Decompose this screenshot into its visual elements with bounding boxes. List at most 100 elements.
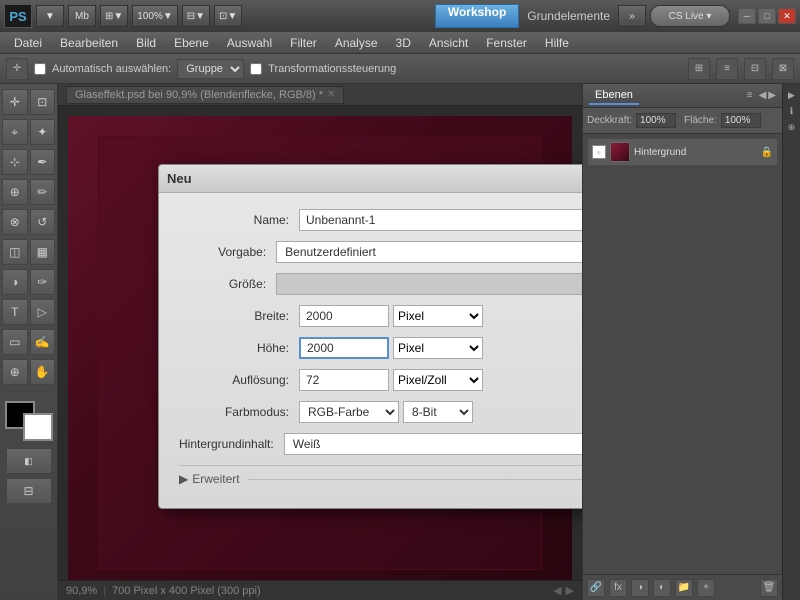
- auto-select-checkbox[interactable]: [34, 63, 46, 75]
- close-button[interactable]: ✕: [778, 8, 796, 24]
- colordepth-select[interactable]: 8-Bit 16-Bit 32-Bit: [403, 401, 473, 423]
- panel-prev[interactable]: ◀: [759, 90, 767, 101]
- grundelemente-label: Grundelemente: [527, 9, 610, 23]
- lasso-tool[interactable]: ⌖: [2, 119, 28, 145]
- cslive-btn[interactable]: CS Live ▾: [650, 5, 730, 27]
- move-tool-icon[interactable]: ✛: [6, 58, 28, 80]
- layer-item[interactable]: ● Hintergrund 🔒: [587, 138, 778, 166]
- align-left-icon[interactable]: ⊞: [688, 58, 710, 80]
- height-unit-select[interactable]: Pixel Zoll cm: [393, 337, 483, 359]
- link-layers-btn[interactable]: 🔗: [587, 579, 605, 597]
- preset-select[interactable]: Benutzerdefiniert Standard: [276, 241, 582, 263]
- menu-datei[interactable]: Datei: [6, 33, 50, 53]
- delete-layer-btn[interactable]: 🗑: [760, 579, 778, 597]
- height-input[interactable]: [299, 337, 389, 359]
- titlebar: PS ▼ Mb ⊞▼ 100%▼ ⊟▼ ⊡▼ Workshop Grundele…: [0, 0, 800, 32]
- color-selector[interactable]: [5, 401, 53, 441]
- crop-tool[interactable]: ⊹: [2, 149, 28, 175]
- menu-auswahl[interactable]: Auswahl: [219, 33, 280, 53]
- eyedropper-tool[interactable]: ✒: [30, 149, 56, 175]
- menu-analyse[interactable]: Analyse: [327, 33, 386, 53]
- new-group-btn[interactable]: 📁: [675, 579, 693, 597]
- colormode-select[interactable]: RGB-Farbe CMYK-Farbe Graustufen: [299, 401, 399, 423]
- distribute-icon[interactable]: ⊠: [772, 58, 794, 80]
- adjustment-layer-btn[interactable]: ◐: [653, 579, 671, 597]
- dodge-tool[interactable]: ◑: [2, 269, 28, 295]
- background-color[interactable]: [23, 413, 53, 441]
- menu-hilfe[interactable]: Hilfe: [537, 33, 577, 53]
- maximize-button[interactable]: □: [758, 8, 776, 24]
- tb-button-3[interactable]: ⊞▼: [100, 5, 128, 27]
- panel-menu-arrow[interactable]: ≡: [747, 90, 753, 101]
- eraser-tool[interactable]: ◫: [2, 239, 28, 265]
- gradient-tool[interactable]: ▦: [30, 239, 56, 265]
- layer-visibility-icon[interactable]: ●: [592, 145, 606, 159]
- menu-3d[interactable]: 3D: [388, 33, 419, 53]
- dialog-wrapper: Neu ✕ Name: Vorgabe: Benutz: [158, 164, 582, 509]
- menu-ebene[interactable]: Ebene: [166, 33, 217, 53]
- align-right-icon[interactable]: ⊟: [744, 58, 766, 80]
- colormode-label: Farbmodus:: [179, 405, 299, 419]
- menu-filter[interactable]: Filter: [282, 33, 325, 53]
- clone-tool[interactable]: ⊗: [2, 209, 28, 235]
- new-layer-btn[interactable]: +: [697, 579, 715, 597]
- menu-bild[interactable]: Bild: [128, 33, 164, 53]
- move-tool[interactable]: ✛: [2, 89, 28, 115]
- workspace-button[interactable]: Workshop: [435, 4, 519, 28]
- size-select[interactable]: [276, 273, 582, 295]
- transform-label: Transformationssteuerung: [268, 63, 396, 75]
- resolution-input[interactable]: [299, 369, 389, 391]
- transform-checkbox[interactable]: [250, 63, 262, 75]
- menu-ansicht[interactable]: Ansicht: [421, 33, 476, 53]
- edge-nav-btn[interactable]: ⊕: [785, 120, 799, 134]
- magic-wand-tool[interactable]: ✦: [30, 119, 56, 145]
- advanced-label: Erweitert: [192, 472, 239, 486]
- width-unit-select[interactable]: Pixel Zoll cm: [393, 305, 483, 327]
- tb-button-5[interactable]: ⊟▼: [182, 5, 210, 27]
- marquee-tool[interactable]: ⊡: [30, 89, 56, 115]
- resolution-unit-select[interactable]: Pixel/Zoll Pixel/cm: [393, 369, 483, 391]
- notes-tool[interactable]: ✍: [30, 329, 56, 355]
- opacity-input[interactable]: [636, 113, 676, 128]
- shape-tool[interactable]: ▭: [2, 329, 28, 355]
- dialog-body: Name: Vorgabe: Benutzerdefiniert Standar…: [159, 193, 582, 508]
- healing-tool[interactable]: ⊕: [2, 179, 28, 205]
- layers-tab[interactable]: Ebenen: [589, 87, 639, 105]
- history-tool[interactable]: ↺: [30, 209, 56, 235]
- text-tool[interactable]: T: [2, 299, 28, 325]
- layer-style-btn[interactable]: fx: [609, 579, 627, 597]
- menu-fenster[interactable]: Fenster: [478, 33, 535, 53]
- menubar: Datei Bearbeiten Bild Ebene Auswahl Filt…: [0, 32, 800, 54]
- minimize-button[interactable]: ─: [738, 8, 756, 24]
- right-panel: Ebenen ≡ ◀ ▶ Deckkraft: Fläche: ● Hinter…: [582, 84, 782, 600]
- layers-footer: 🔗 fx ◑ ◐ 📁 + 🗑: [583, 574, 782, 600]
- layers-panel-header: Ebenen ≡ ◀ ▶: [583, 84, 782, 108]
- height-row: Höhe: Pixel Zoll cm: [179, 337, 582, 359]
- edge-info-btn[interactable]: ℹ: [785, 104, 799, 118]
- advanced-section[interactable]: ▶ Erweitert: [179, 465, 582, 492]
- tb-more-btn[interactable]: »: [618, 5, 646, 27]
- background-row: Hintergrundinhalt: Weiß Schwarz Transpar…: [179, 433, 582, 455]
- tb-button-2[interactable]: Mb: [68, 5, 96, 27]
- zoom-tool[interactable]: ⊕: [2, 359, 28, 385]
- canvas-area: Glaseffekt.psd bei 90,9% (Blendenflecke,…: [58, 84, 582, 600]
- brush-tool[interactable]: ✏: [30, 179, 56, 205]
- hand-tool[interactable]: ✋: [30, 359, 56, 385]
- tb-button-1[interactable]: ▼: [36, 5, 64, 27]
- path-tool[interactable]: ▷: [30, 299, 56, 325]
- align-center-icon[interactable]: ≡: [716, 58, 738, 80]
- tb-button-6[interactable]: ⊡▼: [214, 5, 242, 27]
- width-input[interactable]: [299, 305, 389, 327]
- background-select[interactable]: Weiß Schwarz Transparent: [284, 433, 582, 455]
- tb-button-4[interactable]: 100%▼: [132, 5, 177, 27]
- fill-input[interactable]: [721, 113, 761, 128]
- panel-next[interactable]: ▶: [768, 90, 776, 101]
- menu-bearbeiten[interactable]: Bearbeiten: [52, 33, 126, 53]
- pen-tool[interactable]: ✑: [30, 269, 56, 295]
- screen-mode-btn[interactable]: ⊟: [6, 478, 52, 504]
- layer-mask-btn[interactable]: ◑: [631, 579, 649, 597]
- edge-expand-btn[interactable]: ▶: [785, 88, 799, 102]
- name-input[interactable]: [299, 209, 582, 231]
- quick-mask-btn[interactable]: ◧: [6, 448, 52, 474]
- auto-select-dropdown[interactable]: Gruppe: [177, 59, 244, 79]
